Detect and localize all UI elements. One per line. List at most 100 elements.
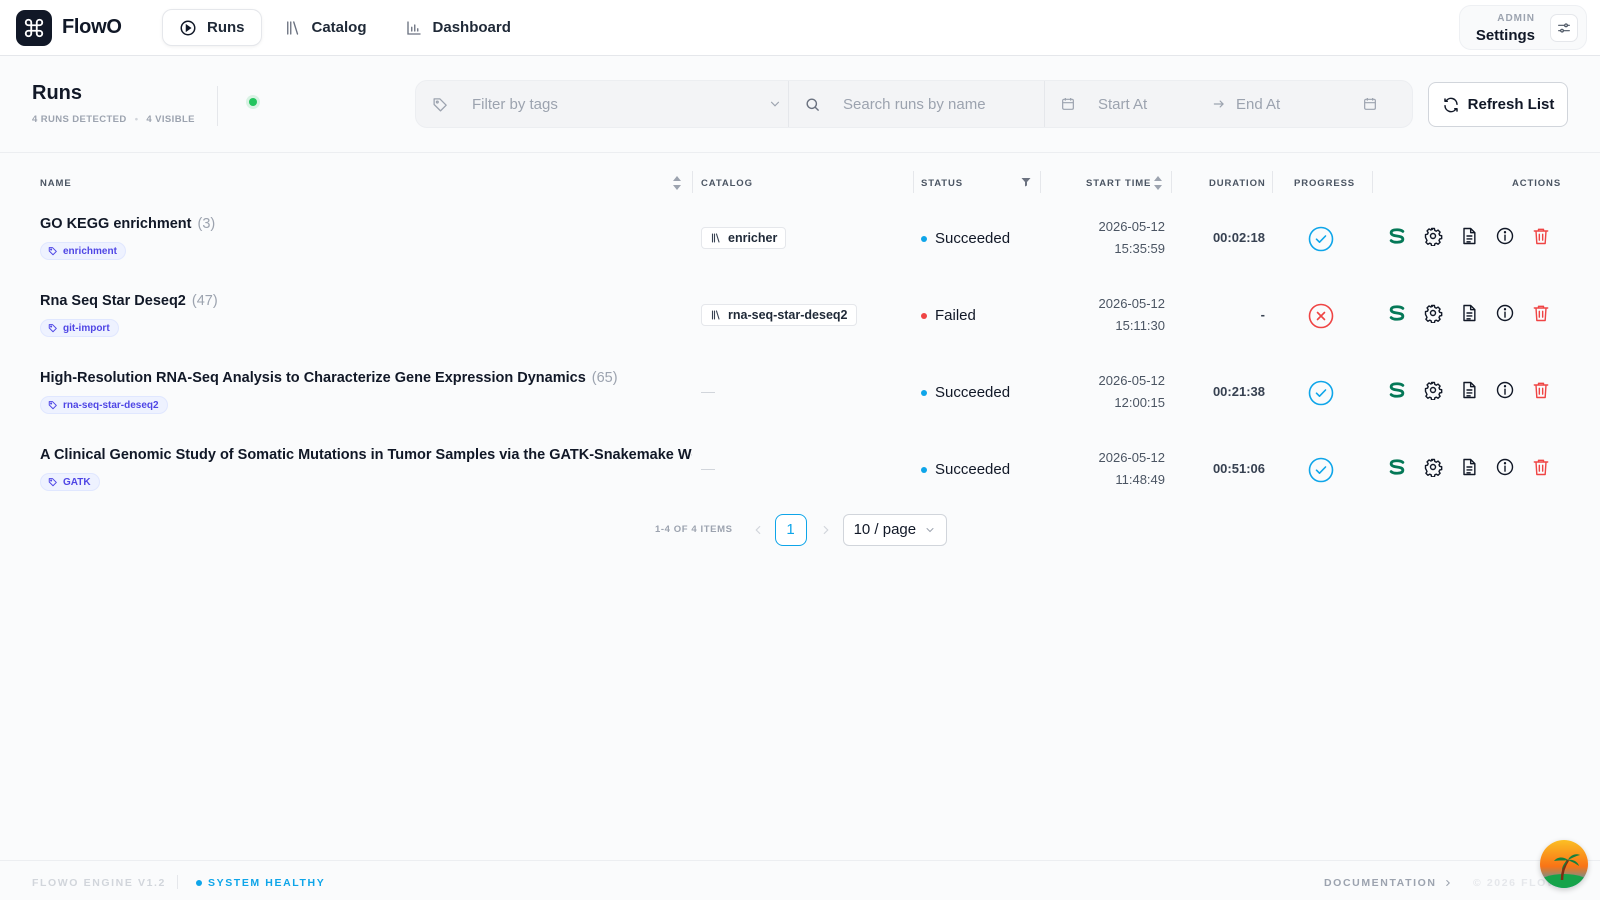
run-tag[interactable]: git-import [40,319,119,337]
document-icon[interactable] [1458,379,1480,401]
duration: 00:51:06 [1212,461,1265,476]
filter-divider [788,81,789,127]
sort-icon[interactable] [1153,175,1163,191]
snakemake-icon[interactable] [1386,225,1408,247]
run-name[interactable]: GO KEGG enrichment (3) [40,216,215,232]
library-icon [284,19,302,37]
trash-icon[interactable] [1530,302,1552,324]
refresh-icon [1442,96,1460,114]
run-tag-label: GATK [63,476,91,488]
status-badge: Succeeded [921,384,1010,401]
gear-icon[interactable] [1422,456,1444,478]
run-tag[interactable]: rna-seq-star-deseq2 [40,396,168,414]
runs-visible-count: 4 VISIBLE [146,114,195,125]
trash-icon[interactable] [1530,379,1552,401]
tag-filter-select[interactable]: Filter by tags [432,81,782,127]
info-icon[interactable] [1494,379,1516,401]
status-label: Succeeded [935,461,1011,478]
catalog-chip[interactable]: rna-seq-star-deseq2 [701,304,857,326]
filter-icon[interactable] [1020,176,1032,188]
column-divider [913,171,914,193]
status-label: Failed [935,307,976,324]
run-tag-label: enrichment [63,245,117,257]
gear-icon[interactable] [1422,225,1444,247]
documentation-link[interactable]: DOCUMENTATION [1324,877,1453,889]
refresh-list-button[interactable]: Refresh List [1428,82,1568,127]
col-progress: PROGRESS [1294,178,1356,189]
chevron-right-icon [1443,878,1453,888]
snakemake-icon[interactable] [1386,302,1408,324]
column-divider [692,171,693,193]
header-divider [217,86,218,126]
run-name[interactable]: High-Resolution RNA-Seq Analysis to Char… [40,370,618,386]
run-tag[interactable]: GATK [40,473,100,491]
chevron-left-icon[interactable] [751,523,765,537]
column-divider [1372,171,1373,193]
start-date: 2026-05-12 [1098,373,1166,388]
logo-icon[interactable] [16,10,52,46]
run-tag[interactable]: enrichment [40,242,126,260]
document-icon[interactable] [1458,302,1480,324]
chevron-down-icon [924,524,936,536]
page-size-select[interactable]: 10 / page [842,513,948,546]
play-circle-icon [179,19,197,37]
table-row[interactable]: GO KEGG enrichment (3) enrichment enriche… [0,199,1600,276]
start-clock: 15:11:30 [1115,317,1165,333]
row-actions [1386,302,1552,324]
sort-icon[interactable] [672,175,682,191]
live-status-dot [249,98,257,106]
failed-circle-icon [1308,303,1334,329]
tag-icon [48,477,58,487]
run-name[interactable]: Rna Seq Star Deseq2 (47) [40,293,218,309]
nav-runs[interactable]: Runs [162,9,262,46]
snakemake-icon[interactable] [1386,456,1408,478]
trash-icon[interactable] [1530,225,1552,247]
filter-bar: Filter by tags Search runs by name Start… [415,80,1413,128]
search-icon [804,96,821,113]
run-name[interactable]: A Clinical Genomic Study of Somatic Muta… [40,447,692,463]
assistant-avatar[interactable] [1540,840,1588,888]
info-icon[interactable] [1494,225,1516,247]
app-name: FlowO [62,16,122,38]
chevron-right-icon[interactable] [819,523,833,537]
date-range-picker[interactable]: Start At End At [1060,81,1400,127]
gear-icon[interactable] [1422,379,1444,401]
success-circle-icon [1308,457,1334,483]
start-clock: 15:35:59 [1114,240,1165,256]
status-dot [921,389,927,396]
run-count: (47) [191,293,218,309]
table-row[interactable]: Rna Seq Star Deseq2 (47) git-import rna-s… [0,276,1600,353]
catalog-chip[interactable]: enricher [701,227,787,249]
progress-indicator [1308,303,1334,329]
start-date-placeholder[interactable]: Start At [1098,96,1202,113]
start-time: 2026-05-12 15:11:30 [1040,293,1166,336]
trash-icon[interactable] [1530,456,1552,478]
success-circle-icon [1308,226,1334,252]
info-icon[interactable] [1494,302,1516,324]
row-actions [1386,225,1552,247]
start-clock: 12:00:15 [1114,394,1165,410]
catalog-label: rna-seq-star-deseq2 [728,308,848,322]
row-actions [1386,456,1552,478]
nav-catalog[interactable]: Catalog [268,9,383,46]
table-row[interactable]: High-Resolution RNA-Seq Analysis to Char… [0,353,1600,430]
document-icon[interactable] [1458,225,1480,247]
sliders-icon[interactable] [1550,14,1578,42]
footer-divider [177,875,178,889]
page-title: Runs [32,82,82,104]
document-icon[interactable] [1458,456,1480,478]
table-row[interactable]: A Clinical Genomic Study of Somatic Muta… [0,430,1600,507]
tag-icon [48,400,58,410]
start-time: 2026-05-12 12:00:15 [1040,370,1166,413]
status-dot [921,466,927,473]
duration: 00:02:18 [1212,230,1265,245]
search-input[interactable]: Search runs by name [804,81,1044,127]
snakemake-icon[interactable] [1386,379,1408,401]
page-1-button[interactable]: 1 [774,513,807,546]
settings-button[interactable]: ADMIN Settings [1459,5,1587,50]
gear-icon[interactable] [1422,302,1444,324]
col-actions: ACTIONS [1512,178,1562,189]
nav-dashboard[interactable]: Dashboard [389,9,527,46]
end-date-placeholder[interactable]: End At [1236,96,1344,113]
info-icon[interactable] [1494,456,1516,478]
